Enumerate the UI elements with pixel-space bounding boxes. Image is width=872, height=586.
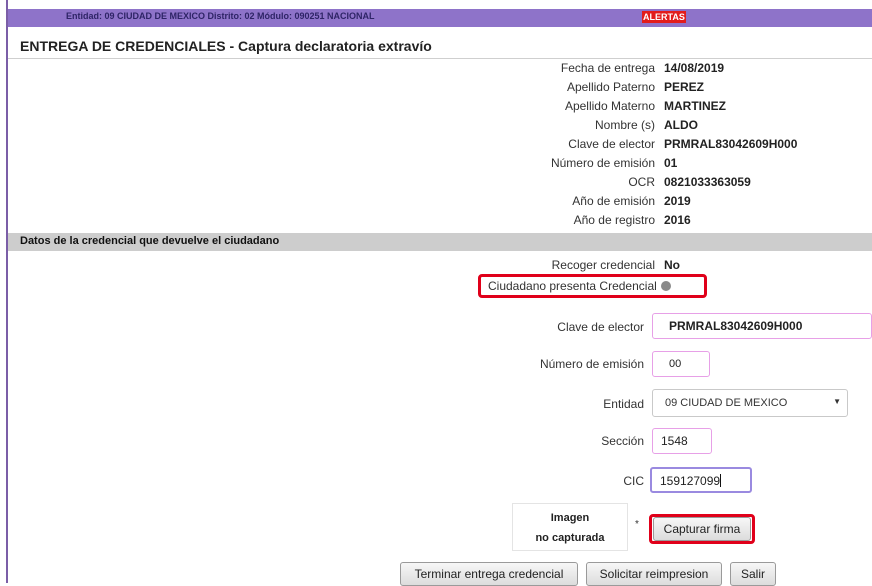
detail-label: Año de emisión xyxy=(572,194,655,208)
toggle-dot-icon[interactable] xyxy=(660,281,671,291)
detail-value: ALDO xyxy=(664,118,698,132)
finish-delivery-button[interactable]: Terminar entrega credencial xyxy=(400,562,578,586)
clave-label: Clave de elector xyxy=(557,320,644,334)
detail-label: Fecha de entrega xyxy=(560,61,655,75)
entidad-label: Entidad xyxy=(603,397,644,411)
detail-value: 2019 xyxy=(664,194,691,208)
image-placeholder-line2: no capturada xyxy=(535,532,605,544)
top-bar: Entidad: 09 CIUDAD DE MEXICO Distrito: 0… xyxy=(8,9,872,27)
detail-label: Año de registro xyxy=(573,213,655,227)
emision-input[interactable]: 00 xyxy=(652,351,710,377)
cic-label: CIC xyxy=(623,474,644,488)
detail-value: 2016 xyxy=(664,213,691,227)
signature-image-placeholder: Imagen no capturada xyxy=(512,503,628,551)
detail-value: 01 xyxy=(664,156,678,170)
text-caret xyxy=(720,474,722,487)
detail-value: PRMRAL83042609H000 xyxy=(664,137,798,151)
emision-label: Número de emisión xyxy=(539,357,644,371)
detail-label: Clave de elector xyxy=(568,137,655,151)
seccion-input[interactable]: 1548 xyxy=(652,428,712,454)
recoger-row: Recoger credencial No xyxy=(0,256,872,276)
detail-label: OCR xyxy=(628,175,655,189)
section-header: Datos de la credencial que devuelve el c… xyxy=(8,233,872,251)
cic-value: 159127099 xyxy=(660,474,721,488)
required-asterisk: * xyxy=(635,519,639,530)
capture-signature-button[interactable]: Capturar firma xyxy=(653,517,751,541)
detail-label: Apellido Paterno xyxy=(566,80,655,94)
detail-row: Apellido Paterno PEREZ xyxy=(0,78,872,98)
image-placeholder-line1: Imagen xyxy=(550,512,590,524)
presenta-label: Ciudadano presenta Credencial xyxy=(488,279,657,293)
request-reprint-button[interactable]: Solicitar reimpresion xyxy=(586,562,722,586)
location-info: Entidad: 09 CIUDAD DE MEXICO Distrito: 0… xyxy=(66,11,375,21)
detail-row: Clave de elector PRMRAL83042609H000 xyxy=(0,135,872,155)
detail-row: Número de emisión 01 xyxy=(0,154,872,174)
presenta-credential-toggle[interactable]: Ciudadano presenta Credencial xyxy=(488,279,671,293)
dropdown-arrow-icon: ▼ xyxy=(833,397,841,406)
detail-row: OCR 0821033363059 xyxy=(0,173,872,193)
entidad-select[interactable]: 09 CIUDAD DE MEXICO ▼ xyxy=(652,389,848,417)
seccion-label: Sección xyxy=(601,434,644,448)
alerts-link[interactable]: ALERTAS xyxy=(642,11,686,23)
detail-row: Apellido Materno MARTINEZ xyxy=(0,97,872,117)
detail-value: PEREZ xyxy=(664,80,705,94)
detail-row: Año de emisión 2019 xyxy=(0,192,872,212)
detail-value: 14/08/2019 xyxy=(664,61,725,75)
detail-row: Nombre (s) ALDO xyxy=(0,116,872,136)
detail-label: Nombre (s) xyxy=(594,118,655,132)
exit-button[interactable]: Salir xyxy=(730,562,776,586)
recoger-value: No xyxy=(664,258,680,272)
detail-row: Fecha de entrega 14/08/2019 xyxy=(0,59,872,79)
detail-value: 0821033363059 xyxy=(664,175,751,189)
section-title: Datos de la credencial que devuelve el c… xyxy=(20,235,280,247)
detail-label: Número de emisión xyxy=(550,156,655,170)
entidad-selected: 09 CIUDAD DE MEXICO xyxy=(665,397,788,409)
cic-input[interactable]: 159127099 xyxy=(650,467,752,493)
detail-row: Año de registro 2016 xyxy=(0,211,872,231)
page-title: ENTREGA DE CREDENCIALES - Captura declar… xyxy=(20,38,432,54)
detail-label: Apellido Materno xyxy=(564,99,655,113)
recoger-label: Recoger credencial xyxy=(551,258,655,272)
clave-elector-input[interactable]: PRMRAL83042609H000 xyxy=(652,313,872,339)
detail-value: MARTINEZ xyxy=(664,99,726,113)
